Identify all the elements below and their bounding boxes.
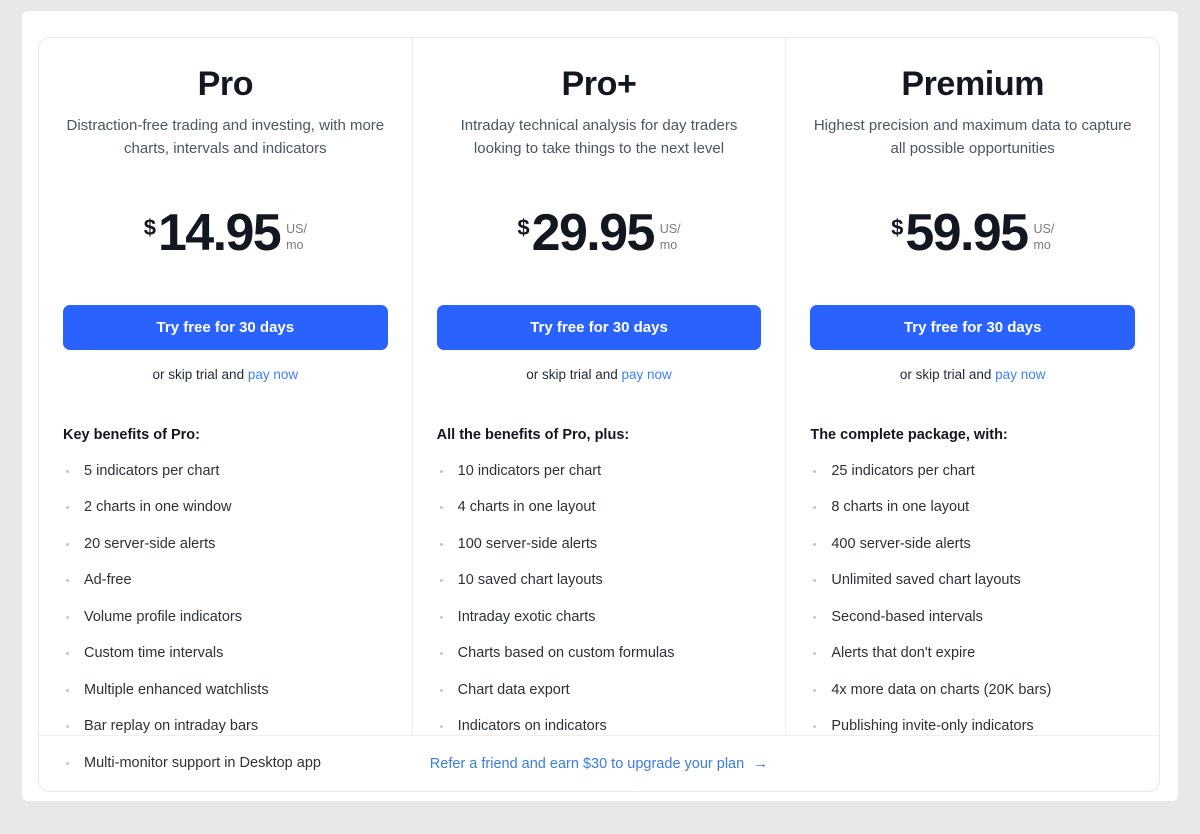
plan-title: Premium: [901, 65, 1045, 103]
refer-a-friend-label: Refer a friend and earn $30 to upgrade y…: [429, 755, 745, 772]
benefits-heading: Key benefits of Pro:: [63, 426, 200, 443]
benefit-item: Multiple enhanced watchlists: [63, 680, 388, 701]
benefit-item: 4 charts in one layout: [437, 497, 762, 518]
benefit-item: Multi-monitor support in Desktop app: [63, 753, 388, 774]
price-period: US/ mo: [286, 221, 307, 253]
try-free-button[interactable]: Try free for 30 days: [63, 304, 388, 350]
plan-column-proplus: Pro+ Intraday technical analysis for day…: [411, 38, 786, 738]
benefit-item: Alerts that don't expire: [810, 643, 1135, 664]
benefit-item: Publishing invite-only indicators: [810, 716, 1135, 737]
skip-trial-text: or skip trial and: [152, 366, 248, 382]
plan-title: Pro: [197, 65, 254, 103]
price-period: US/ mo: [659, 221, 681, 253]
plan-title: Pro+: [561, 65, 637, 103]
price-block: $ 29.95 US/ mo: [437, 203, 762, 269]
benefits-list: 10 indicators per chart 4 charts in one …: [437, 461, 762, 738]
benefit-item: Indicators on indicators: [437, 716, 762, 737]
pay-now-link[interactable]: pay now: [622, 367, 672, 382]
price-amount: 29.95: [531, 203, 656, 262]
price-currency: $: [517, 214, 530, 240]
try-free-button[interactable]: Try free for 30 days: [436, 304, 762, 350]
pay-now-link[interactable]: pay now: [995, 367, 1045, 382]
benefits-list: 25 indicators per chart 8 charts in one …: [810, 461, 1135, 738]
benefits-list: 5 indicators per chart 2 charts in one w…: [63, 461, 388, 774]
benefit-item: 4x more data on charts (20K bars): [810, 680, 1135, 701]
benefit-item: Charts based on custom formulas: [437, 643, 762, 664]
page-container: Pro Distraction-free trading and investi…: [22, 11, 1178, 801]
plan-column-pro: Pro Distraction-free trading and investi…: [39, 38, 412, 771]
benefit-item: Ad-free: [63, 570, 388, 591]
price-currency: $: [891, 214, 904, 240]
plan-description: Intraday technical analysis for day trad…: [460, 117, 738, 157]
price-currency: $: [143, 214, 156, 240]
skip-trial-line: or skip trial and pay now: [810, 367, 1135, 382]
benefit-item: 400 server-side alerts: [810, 534, 1135, 555]
plans-row: Pro Distraction-free trading and investi…: [39, 38, 1159, 771]
skip-trial-line: or skip trial and pay now: [63, 367, 388, 382]
arrow-right-icon: →: [753, 755, 769, 772]
try-free-button[interactable]: Try free for 30 days: [810, 304, 1136, 350]
benefits-heading: The complete package, with:: [810, 426, 1008, 443]
benefit-item: 100 server-side alerts: [437, 534, 762, 555]
skip-trial-text: or skip trial and: [899, 366, 996, 382]
benefit-item: Intraday exotic charts: [437, 607, 762, 628]
benefit-item: 20 server-side alerts: [63, 534, 388, 555]
skip-trial-line: or skip trial and pay now: [437, 367, 762, 382]
benefit-item: 5 indicators per chart: [63, 461, 388, 482]
benefit-item: Volume profile indicators: [63, 607, 388, 628]
price-period: US/ mo: [1033, 221, 1055, 253]
plan-description: Highest precision and maximum data to ca…: [813, 117, 1132, 157]
benefit-item: Custom time intervals: [63, 643, 388, 664]
benefit-item: Second-based intervals: [810, 607, 1135, 628]
plan-description: Distraction-free trading and investing, …: [66, 117, 385, 157]
price-amount: 59.95: [905, 203, 1029, 262]
benefits-heading: All the benefits of Pro, plus:: [436, 426, 630, 443]
benefit-item: 8 charts in one layout: [810, 497, 1135, 518]
benefit-item: Chart data export: [437, 680, 762, 701]
pay-now-link[interactable]: pay now: [248, 367, 298, 382]
benefit-item: Bar replay on intraday bars: [63, 716, 388, 737]
benefit-item: 10 indicators per chart: [437, 461, 762, 482]
plan-column-premium: Premium Highest precision and maximum da…: [785, 38, 1159, 735]
benefit-item: 10 saved chart layouts: [437, 570, 762, 591]
skip-trial-text: or skip trial and: [526, 366, 622, 382]
price-block: $ 59.95 US/ mo: [810, 203, 1135, 269]
price-block: $ 14.95 US/ mo: [63, 203, 388, 269]
refer-a-friend-link[interactable]: Refer a friend and earn $30 to upgrade y…: [430, 756, 768, 772]
pricing-card: Pro Distraction-free trading and investi…: [38, 37, 1160, 792]
price-amount: 14.95: [157, 203, 282, 262]
benefit-item: 2 charts in one window: [63, 497, 388, 518]
benefit-item: Unlimited saved chart layouts: [810, 570, 1135, 591]
benefit-item: 25 indicators per chart: [810, 461, 1135, 482]
